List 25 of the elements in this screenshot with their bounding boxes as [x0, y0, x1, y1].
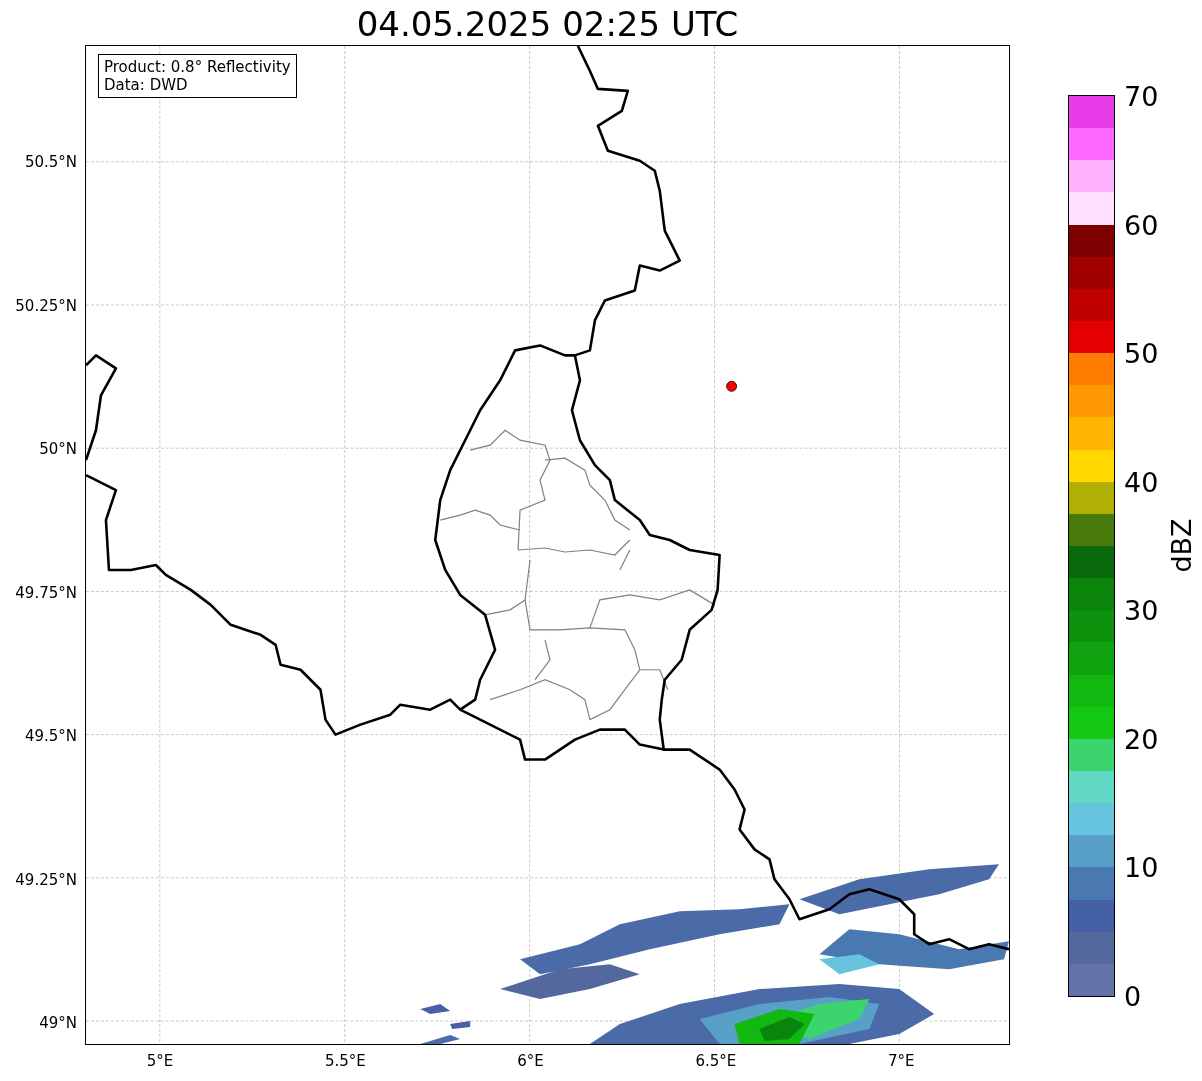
info-text: Data: DWD — [104, 76, 189, 94]
colorbar-tick-label: 60 — [1124, 209, 1159, 241]
radar-site-marker — [726, 380, 737, 392]
colorbar-tick-label: 50 — [1124, 337, 1159, 369]
chart-title: 04.05.2025 02:25 UTC — [355, 4, 740, 44]
longitude-label: 5.5°E — [324, 1052, 366, 1070]
latitude-label: 50.25°N — [15, 296, 77, 315]
latitude-label: 50.5°N — [24, 153, 77, 171]
colorbar-tick-label: 40 — [1124, 466, 1159, 498]
latitude-label: 49.25°N — [15, 870, 77, 889]
colorbar-tick-label: 10 — [1124, 851, 1159, 883]
latitude-label: 49.5°N — [24, 727, 77, 745]
colorbar-tick-label: 20 — [1124, 723, 1159, 755]
colorbar-tick-label: 0 — [1124, 980, 1142, 1012]
latitude-label: 50°N — [39, 440, 77, 458]
latitude-label: 49.75°N — [15, 583, 77, 602]
colorbar-tick-label: 70 — [1124, 80, 1159, 112]
longitude-label: 6°E — [517, 1052, 544, 1070]
longitude-label: 5°E — [146, 1052, 174, 1070]
longitude-label: 7°E — [887, 1052, 915, 1070]
info-text: Product: 0.8° Reflectivity — [104, 58, 291, 76]
colorbar-tick-label: 30 — [1124, 594, 1159, 626]
longitude-label: 6.5°E — [695, 1052, 737, 1070]
colorbar-label: dBZ — [1165, 518, 1197, 573]
latitude-label: 49°N — [39, 1014, 77, 1032]
